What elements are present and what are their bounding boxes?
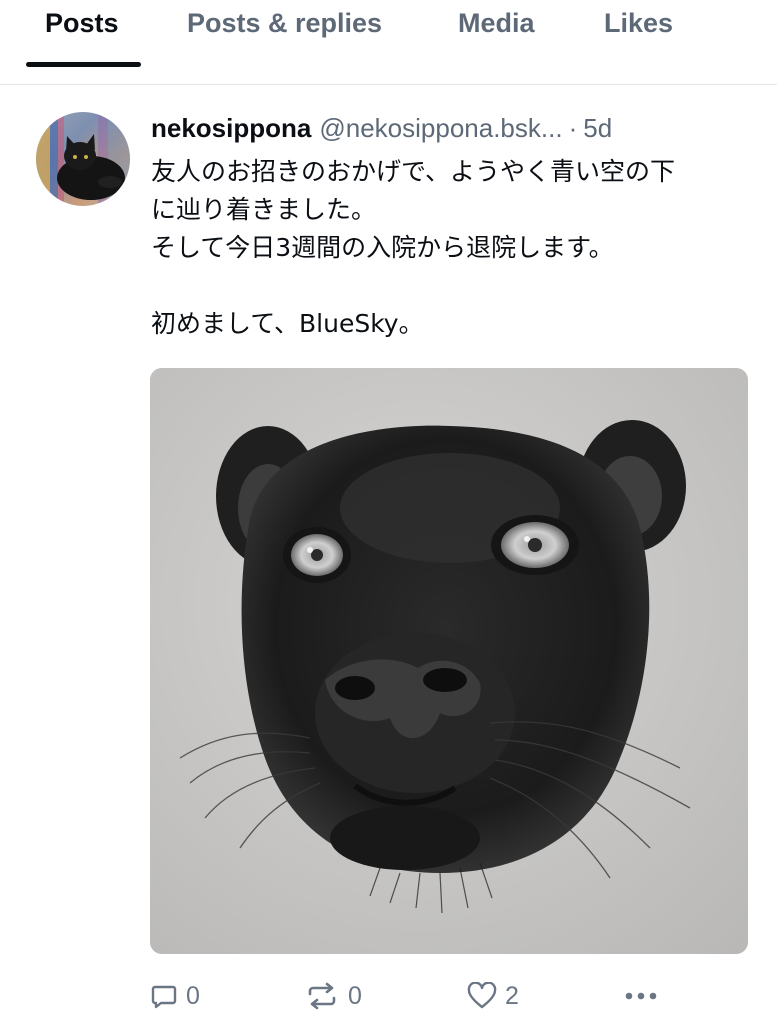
- post-text-line: 友人のお招きのおかげで、ようやく青い空の下: [151, 157, 676, 186]
- post-text: 友人のお招きのおかげで、ようやく青い空の下 に辿り着きました。 そして今日3週間…: [151, 153, 761, 343]
- post-header: nekosippona @nekosippona.bsk... · 5d: [151, 111, 612, 145]
- active-tab-indicator: [26, 62, 141, 67]
- tab-media[interactable]: Media: [458, 6, 535, 40]
- tab-posts[interactable]: Posts: [45, 6, 119, 40]
- feed-post[interactable]: nekosippona @nekosippona.bsk... · 5d 友人のお招き…: [0, 85, 777, 1024]
- like-count: 2: [505, 981, 519, 1010]
- reply-count: 0: [186, 981, 200, 1010]
- post-text-line: そして今日3週間の入院から退院します。: [151, 233, 614, 262]
- repost-button[interactable]: 0: [304, 979, 362, 1013]
- profile-tabs: Posts Posts & replies Media Likes: [0, 0, 777, 85]
- post-image[interactable]: [150, 368, 748, 954]
- reply-button[interactable]: 0: [150, 979, 200, 1013]
- repost-arrows-icon: [304, 982, 340, 1010]
- post-actions: 0 0 2: [0, 973, 777, 1019]
- author-display-name[interactable]: nekosippona: [151, 113, 311, 143]
- separator-dot: ·: [568, 113, 578, 143]
- repost-count: 0: [348, 981, 362, 1010]
- tab-posts-and-replies[interactable]: Posts & replies: [187, 6, 382, 40]
- like-button[interactable]: 2: [467, 979, 519, 1013]
- avatar-image: [36, 112, 130, 206]
- avatar[interactable]: [36, 112, 130, 206]
- author-handle[interactable]: @nekosippona.bsk...: [319, 113, 562, 143]
- heart-icon: [467, 982, 497, 1010]
- post-text-line: [151, 267, 761, 305]
- more-options-button[interactable]: [624, 979, 658, 1013]
- speech-bubble-icon: [150, 982, 178, 1010]
- post-timestamp[interactable]: 5d: [583, 113, 612, 143]
- post-text-line: に辿り着きました。: [151, 195, 377, 224]
- panther-drawing-image: [150, 368, 748, 954]
- more-dots-icon: [624, 982, 658, 1010]
- post-text-line: 初めまして、BlueSky。: [151, 309, 424, 338]
- tab-likes[interactable]: Likes: [604, 6, 673, 40]
